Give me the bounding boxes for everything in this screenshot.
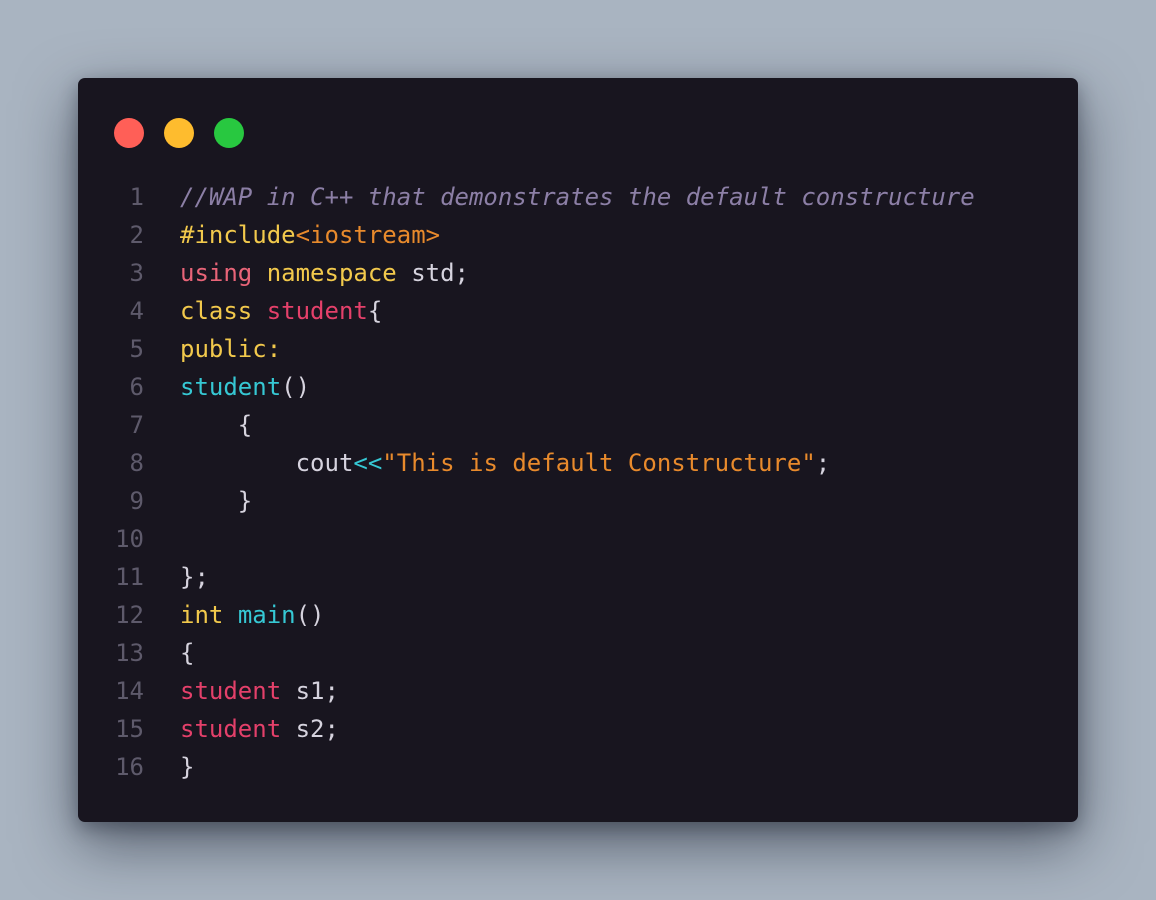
code-line: 8 cout<<"This is default Constructure";: [78, 444, 1078, 482]
code-token: namespace: [266, 259, 397, 287]
code-line: 10: [78, 520, 1078, 558]
line-number: 11: [115, 563, 144, 591]
code-line: 2 #include<iostream>: [78, 216, 1078, 254]
line-source: #include<iostream>: [180, 216, 440, 254]
line-number: 1: [129, 183, 144, 211]
code-line: 12 int main(): [78, 596, 1078, 634]
line-source: }: [180, 748, 194, 786]
code-token: student: [180, 373, 282, 401]
line-number: 7: [129, 411, 144, 439]
line-source: {: [180, 634, 194, 672]
code-token: }: [180, 487, 253, 515]
line-number: 13: [115, 639, 144, 667]
code-token: //WAP in C++ that demonstrates the defau…: [180, 183, 975, 211]
code-token: s2;: [281, 715, 339, 743]
code-line: 13 {: [78, 634, 1078, 672]
line-number: 6: [129, 373, 144, 401]
code-token: ;: [815, 449, 831, 477]
code-line: 14 student s1;: [78, 672, 1078, 710]
line-source: student s1;: [180, 672, 339, 710]
line-number: 3: [129, 259, 144, 287]
code-token: <<: [353, 449, 383, 477]
line-source: cout<<"This is default Constructure";: [180, 444, 831, 482]
code-token: student: [266, 297, 368, 325]
code-line: 15 student s2;: [78, 710, 1078, 748]
code-line: 16}: [78, 748, 1078, 786]
line-number: 9: [129, 487, 144, 515]
line-source: student(): [180, 368, 310, 406]
code-token: class: [180, 297, 253, 325]
line-source: }: [180, 482, 252, 520]
code-token: }: [180, 753, 195, 781]
code-token: <iostream>: [295, 221, 441, 249]
code-token: };: [180, 563, 209, 591]
line-source: //WAP in C++ that demonstrates the defau…: [180, 178, 975, 216]
maximize-window-button[interactable]: [214, 118, 244, 148]
code-token: s1;: [281, 677, 339, 705]
window-controls: [114, 118, 244, 148]
line-number: 15: [115, 715, 144, 743]
code-token: {: [367, 297, 383, 325]
code-line: 5 public:: [78, 330, 1078, 368]
code-window: 1 //WAP in C++ that demonstrates the defa…: [78, 78, 1078, 822]
line-number: 2: [129, 221, 144, 249]
line-source: };: [180, 558, 209, 596]
line-source: {: [180, 406, 252, 444]
code-token: {: [180, 411, 253, 439]
line-source: student s2;: [180, 710, 339, 748]
code-line: 9 }: [78, 482, 1078, 520]
minimize-window-button[interactable]: [164, 118, 194, 148]
line-number: 5: [129, 335, 144, 363]
code-token: using: [180, 259, 253, 287]
code-line: 4 class student{: [78, 292, 1078, 330]
code-token: cout: [180, 449, 354, 477]
code-token: student: [180, 677, 282, 705]
code-token: (): [281, 373, 311, 401]
code-line: 1 //WAP in C++ that demonstrates the defa…: [78, 178, 1078, 216]
code-token: #include: [180, 221, 296, 249]
line-source: using namespace std;: [180, 254, 469, 292]
code-line: 11};: [78, 558, 1078, 596]
code-line: 3 using namespace std;: [78, 254, 1078, 292]
code-token: (): [295, 601, 325, 629]
code-line: 6 student(): [78, 368, 1078, 406]
code-token: main: [237, 601, 296, 629]
line-number: 8: [129, 449, 144, 477]
code-token: "This is default Constructure": [382, 449, 816, 477]
code-token: public:: [180, 335, 282, 363]
line-number: 4: [129, 297, 144, 325]
line-source: public:: [180, 330, 281, 368]
line-number: 14: [115, 677, 144, 705]
line-number: 12: [115, 601, 144, 629]
line-source: class student{: [180, 292, 382, 330]
code-editor: 1 //WAP in C++ that demonstrates the defa…: [78, 178, 1078, 786]
line-source: int main(): [180, 596, 325, 634]
code-line: 7 {: [78, 406, 1078, 444]
line-number: 16: [115, 753, 144, 781]
code-token: student: [180, 715, 282, 743]
close-window-button[interactable]: [114, 118, 144, 148]
code-token: std;: [396, 259, 469, 287]
code-token: {: [180, 639, 195, 667]
code-token: int: [180, 601, 224, 629]
line-number: 10: [115, 525, 144, 553]
